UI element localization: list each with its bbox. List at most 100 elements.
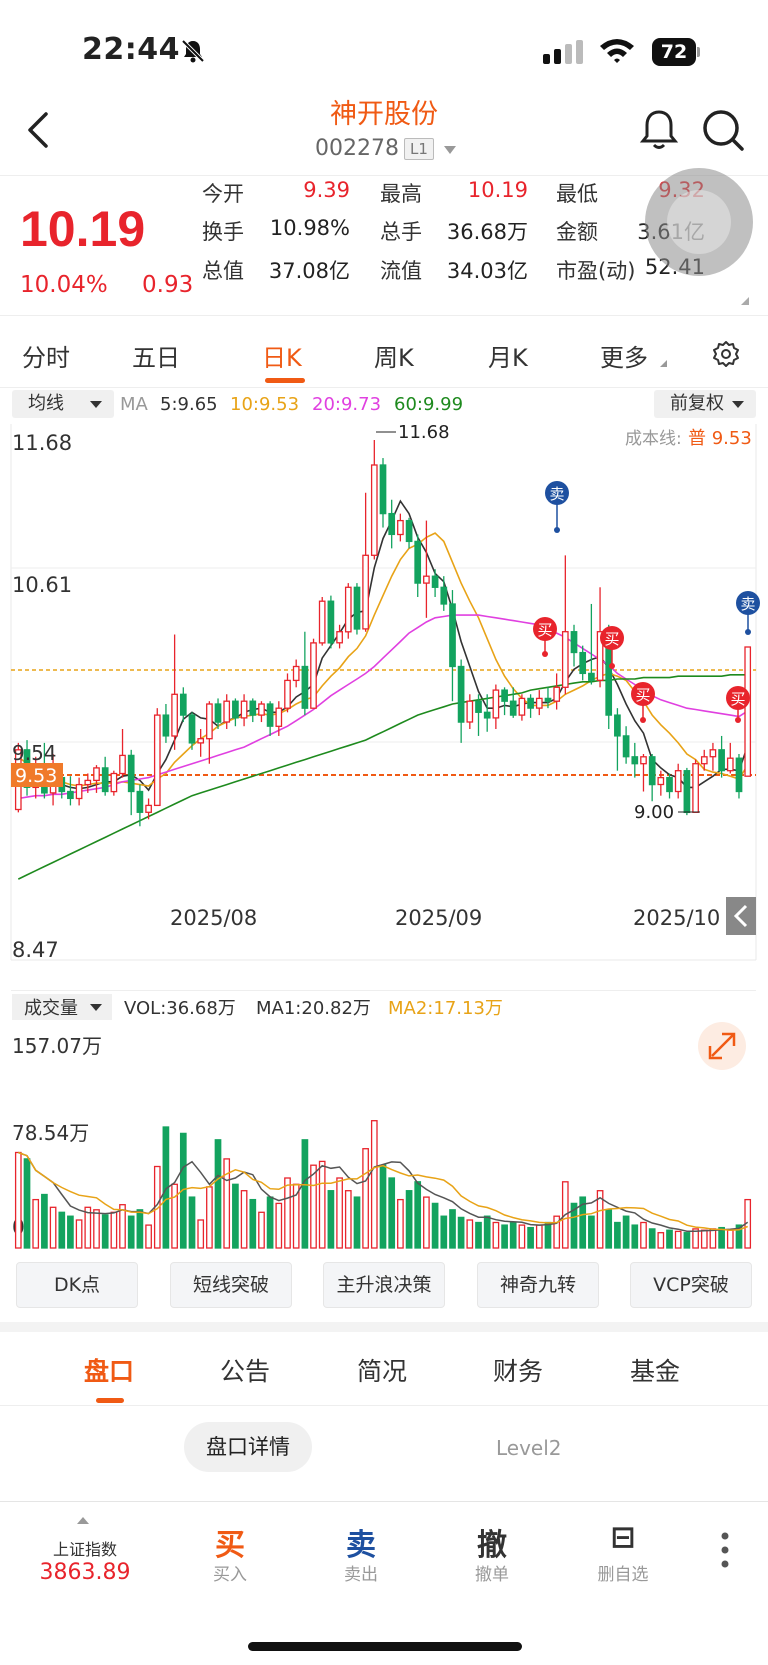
candle — [570, 624, 578, 667]
chevron-down-icon[interactable] — [444, 146, 456, 154]
volume-bar — [492, 1221, 500, 1249]
volume-bar — [700, 1229, 708, 1249]
wifi-icon — [600, 39, 634, 63]
vol-value: VOL:36.68万 — [124, 998, 236, 1019]
cellular-signal-icon — [543, 40, 583, 64]
ma-line-ma10 — [17, 532, 749, 787]
volume-bar — [466, 1219, 474, 1249]
magic-nine-button[interactable]: 神奇九转 — [477, 1262, 599, 1308]
volume-bar — [318, 1160, 326, 1249]
bell-icon[interactable] — [638, 108, 680, 152]
candle — [709, 742, 717, 771]
volume-chart[interactable]: 成交量 VOL:36.68万 MA1:20.82万 MA2:17.13万 157… — [0, 990, 768, 1255]
more-vertical-icon[interactable] — [720, 1530, 730, 1570]
volume-bar — [449, 1209, 456, 1249]
quote-label: 金额 — [556, 220, 598, 244]
assistive-touch-button[interactable] — [645, 168, 753, 276]
index-name[interactable]: 上证指数 — [40, 1536, 130, 1560]
buy-button[interactable]: 买 买入 — [190, 1520, 270, 1585]
quote-value: 34.03亿 — [446, 259, 528, 283]
candlestick-chart[interactable]: 卖买 买买 买卖 11.68 10.61 8.47 9.54 9.53 成本线: 普… — [0, 420, 768, 990]
tab-profile[interactable]: 简况 — [357, 1352, 407, 1388]
candle — [518, 694, 526, 721]
tab-financials[interactable]: 财务 — [493, 1352, 543, 1388]
volume-bar — [535, 1224, 543, 1249]
volume-bar — [588, 1215, 595, 1249]
order-book-detail-tab[interactable]: 盘口详情 — [184, 1422, 312, 1472]
quote-label: 最低 — [556, 182, 598, 206]
vol-y-top: 157.07万 — [12, 1034, 102, 1058]
short-breakout-button[interactable]: 短线突破 — [170, 1262, 292, 1308]
volume-bar — [49, 1206, 57, 1249]
candle — [614, 708, 621, 771]
candle — [744, 646, 752, 777]
candle — [206, 701, 213, 764]
tab-funds[interactable]: 基金 — [630, 1352, 680, 1388]
date-label-oct: 2025/10 — [633, 906, 720, 930]
cancel-icon: 撤 — [477, 1528, 507, 1563]
volume-bar — [414, 1181, 422, 1249]
candle — [171, 634, 178, 750]
indicator-select[interactable]: 均线 — [12, 390, 114, 418]
main-wave-button[interactable]: 主升浪决策 — [323, 1262, 445, 1308]
tab-order-book[interactable]: 盘口 — [84, 1352, 134, 1388]
volume-bar — [397, 1198, 404, 1249]
tab-monthly-k[interactable]: 月K — [488, 338, 528, 373]
remove-watchlist-button[interactable]: ⊟ 删自选 — [583, 1520, 663, 1585]
quote-label: 今开 — [202, 182, 244, 206]
volume-bar — [336, 1177, 343, 1249]
high-mark-label: 11.68 — [398, 422, 450, 443]
volume-bar — [718, 1226, 725, 1249]
tab-more[interactable]: 更多 — [600, 338, 648, 373]
remove-watchlist-icon: ⊟ — [610, 1520, 636, 1555]
tab-weekly-k[interactable]: 周K — [374, 338, 414, 373]
candle — [561, 555, 569, 695]
tab-intraday[interactable]: 分时 — [22, 338, 70, 373]
search-icon[interactable] — [701, 108, 745, 152]
active-tab-underline — [265, 378, 305, 383]
ma60-value: 60:9.99 — [394, 394, 464, 415]
vcp-breakout-button[interactable]: VCP突破 — [630, 1262, 752, 1308]
candle — [336, 624, 343, 649]
y-axis-top-label: 11.68 — [12, 431, 72, 455]
buy-signal-marker[interactable]: 买 — [533, 617, 557, 657]
svg-text:买: 买 — [604, 630, 619, 648]
candle — [67, 776, 74, 806]
candle — [388, 499, 396, 549]
tab-five-day[interactable]: 五日 — [132, 338, 180, 373]
candle — [449, 590, 456, 702]
cost-line-label: 成本线: — [625, 429, 682, 449]
gear-icon[interactable] — [712, 340, 740, 368]
tab-daily-k[interactable]: 日K — [262, 338, 302, 373]
buy-label: 买入 — [213, 1565, 247, 1585]
index-expand-icon[interactable] — [77, 1517, 89, 1524]
quote-value: 36.68万 — [446, 220, 528, 244]
tab-announcements[interactable]: 公告 — [220, 1352, 270, 1388]
stock-header: 神开股份 002278 L1 — [0, 90, 768, 175]
volume-bar — [206, 1186, 213, 1249]
status-bar: 22:44 72 — [0, 0, 768, 90]
cancel-order-button[interactable]: 撤 撤单 — [452, 1520, 532, 1585]
volume-bar — [544, 1221, 552, 1249]
candle — [75, 777, 83, 806]
volume-bar — [370, 1120, 378, 1249]
index-value[interactable]: 3863.89 — [20, 1560, 150, 1585]
candle — [232, 698, 239, 727]
dk-point-button[interactable]: DK点 — [16, 1262, 138, 1308]
volume-bar — [75, 1219, 83, 1249]
adjust-select[interactable]: 前复权 — [654, 390, 756, 418]
expand-corner-icon[interactable] — [741, 297, 749, 305]
volume-bar — [110, 1211, 118, 1249]
volume-bar — [388, 1177, 396, 1249]
volume-bar — [605, 1209, 613, 1249]
status-time: 22:44 — [82, 32, 180, 67]
candle — [535, 690, 543, 716]
sell-button[interactable]: 卖 卖出 — [321, 1520, 401, 1585]
stock-code[interactable]: 002278 — [315, 136, 399, 161]
level2-tab[interactable]: Level2 — [496, 1436, 562, 1460]
volume-bar — [631, 1224, 639, 1249]
collapse-button[interactable] — [726, 897, 756, 935]
ma-line-ma5 — [17, 499, 749, 792]
buy-signal-marker[interactable]: 买 — [631, 682, 655, 723]
quote-label: 最高 — [380, 182, 422, 206]
